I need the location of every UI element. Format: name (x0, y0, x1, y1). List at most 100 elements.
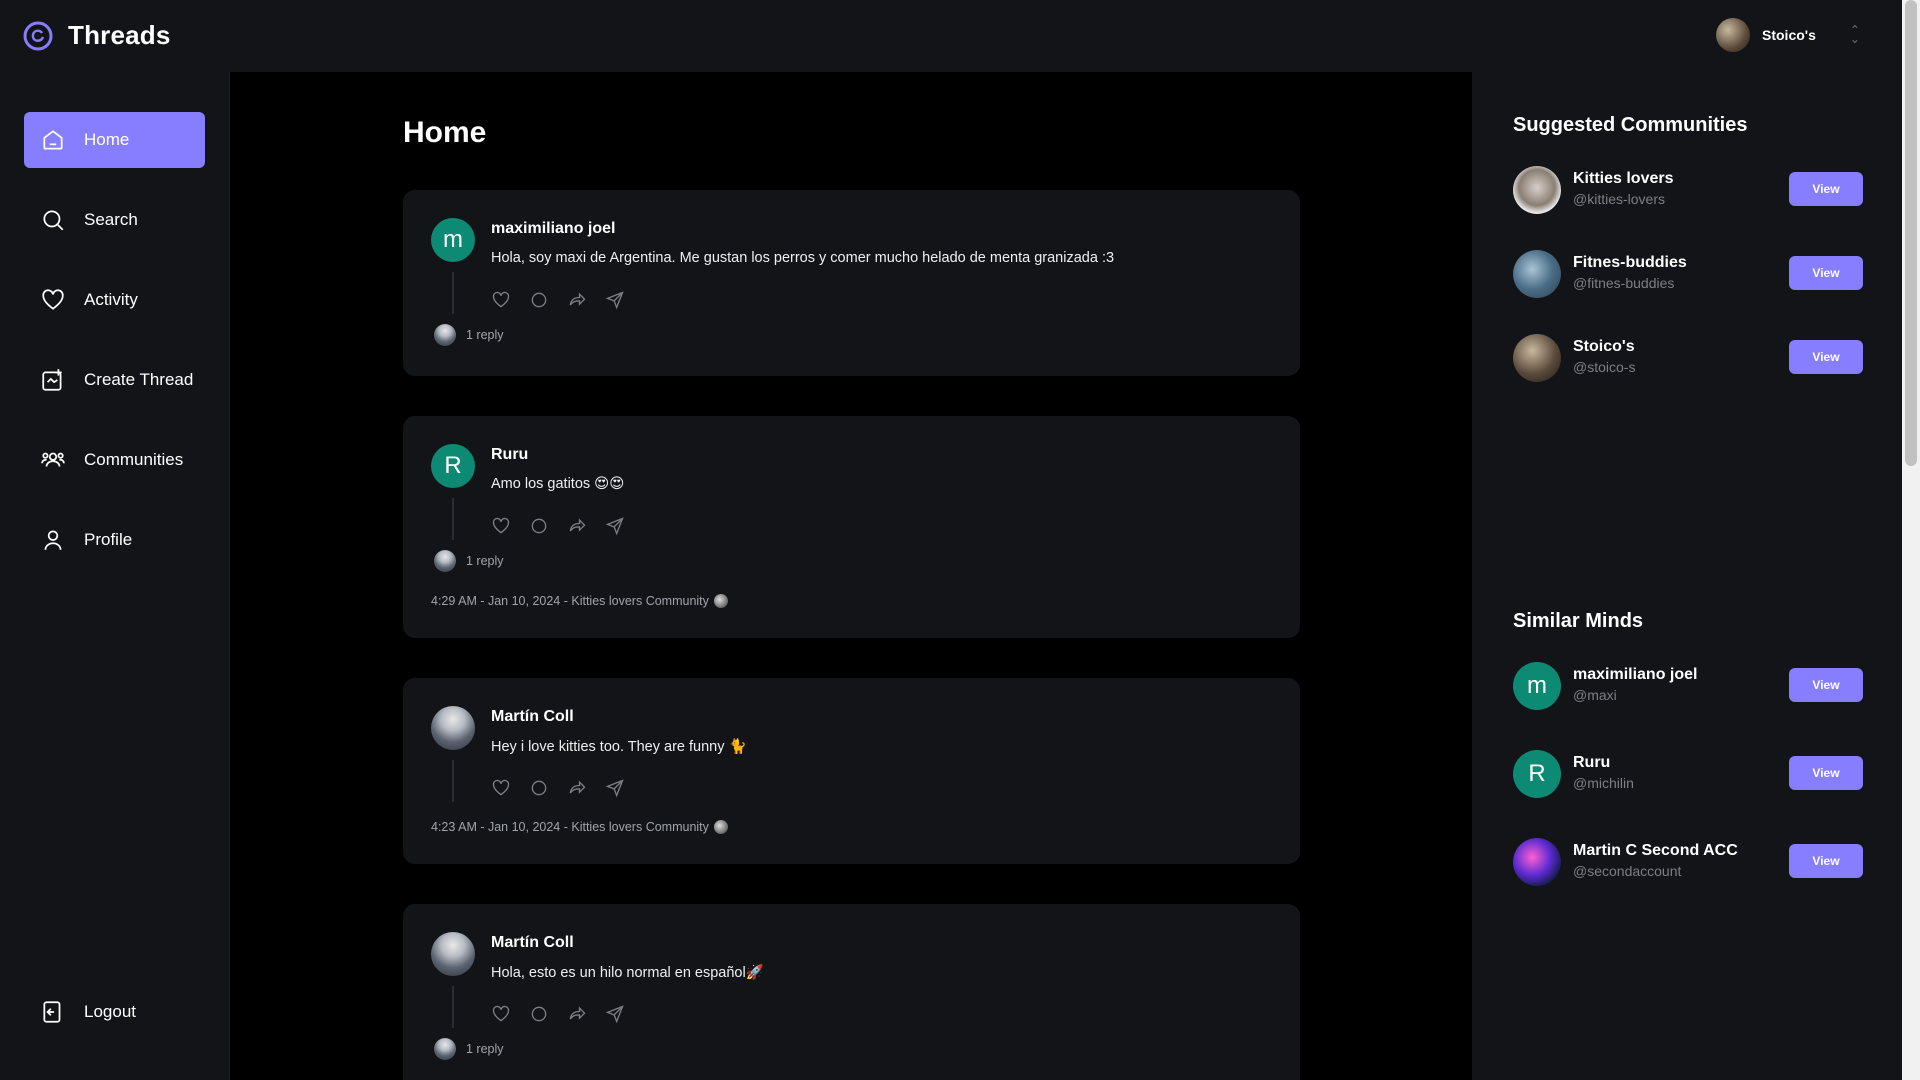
reply-icon[interactable] (529, 290, 549, 310)
page-scrollbar[interactable] (1902, 0, 1920, 1080)
community-handle: @stoico-s (1573, 359, 1636, 375)
thread-actions (491, 1004, 625, 1024)
nav-item-activity[interactable]: Activity (24, 272, 205, 328)
view-community-button[interactable]: View (1789, 256, 1863, 290)
view-community-button[interactable]: View (1789, 340, 1863, 374)
thread-card[interactable]: Martín Coll Hola, esto es un hilo normal… (403, 904, 1300, 1080)
thread-timestamp-community: 4:23 AM - Jan 10, 2024 - Kitties lovers … (431, 820, 709, 834)
communities-icon (41, 452, 65, 467)
user-avatar: m (1513, 662, 1561, 710)
thread-text: Hey i love kitties too. They are funny 🐈 (491, 739, 747, 755)
main-feed: Home m maximiliano joel Hola, soy maxi d… (230, 72, 1472, 1080)
heart-icon[interactable] (491, 516, 511, 536)
heart-icon (42, 289, 64, 310)
home-icon (43, 130, 63, 150)
thread-author[interactable]: Ruru (491, 446, 528, 464)
thread-author[interactable]: maximiliano joel (491, 220, 615, 238)
organization-switcher[interactable]: Stoico's ⌃ ⌄ (1716, 18, 1860, 52)
user-name: Ruru (1573, 754, 1611, 771)
share-icon[interactable] (605, 290, 625, 310)
user-row: m maximiliano joel @maxi View (1513, 662, 1863, 712)
logout-label: Logout (84, 1002, 136, 1021)
thread-card[interactable]: m maximiliano joel Hola, soy maxi de Arg… (403, 190, 1300, 376)
repost-icon[interactable] (567, 778, 587, 798)
community-name: Kitties lovers (1573, 170, 1674, 187)
nav-item-communities[interactable]: Communities (24, 432, 205, 488)
reply-avatar (434, 1038, 456, 1060)
community-row: Kitties lovers @kitties-lovers View (1513, 166, 1863, 216)
heart-icon[interactable] (491, 290, 511, 310)
view-user-button[interactable]: View (1789, 756, 1863, 790)
thread-line (452, 498, 454, 540)
nav-item-profile[interactable]: Profile (24, 512, 205, 568)
nav-label: Search (84, 210, 138, 229)
reply-icon[interactable] (529, 778, 549, 798)
thread-text: Hola, soy maxi de Argentina. Me gustan l… (491, 250, 1115, 266)
chevron-up-down-icon: ⌃ ⌄ (1849, 23, 1860, 46)
user-handle: @michilin (1573, 775, 1634, 791)
logout-button[interactable]: Logout (24, 984, 205, 1040)
nav-label: Activity (84, 290, 138, 309)
page-title: Home (403, 116, 487, 149)
view-user-button[interactable]: View (1789, 844, 1863, 878)
repost-icon[interactable] (567, 1004, 587, 1024)
scrollbar-thumb[interactable] (1905, 0, 1917, 466)
share-icon[interactable] (605, 778, 625, 798)
community-avatar (1513, 250, 1561, 298)
reply-icon[interactable] (529, 1004, 549, 1024)
view-community-button[interactable]: View (1789, 172, 1863, 206)
thread-meta[interactable]: 4:23 AM - Jan 10, 2024 - Kitties lovers … (431, 820, 728, 834)
reply-count: 1 reply (466, 328, 504, 342)
thread-author[interactable]: Martín Coll (491, 934, 574, 952)
avatar[interactable] (431, 932, 475, 976)
avatar[interactable]: m (431, 218, 475, 262)
thread-line (452, 986, 454, 1028)
share-icon[interactable] (605, 516, 625, 536)
thread-actions (491, 516, 625, 536)
thread-actions (491, 290, 625, 310)
thread-card[interactable]: Martín Coll Hey i love kitties too. They… (403, 678, 1300, 864)
share-icon[interactable] (605, 1004, 625, 1024)
organization-avatar (1716, 18, 1750, 52)
user-avatar (1513, 838, 1561, 886)
thread-card[interactable]: R Ruru Amo los gatitos 😍😍 1 reply 4:29 A… (403, 416, 1300, 638)
heart-icon[interactable] (491, 778, 511, 798)
community-row: Fitnes-buddies @fitnes-buddies View (1513, 250, 1863, 300)
community-avatar (1513, 334, 1561, 382)
repost-icon[interactable] (567, 290, 587, 310)
thread-text: Hola, esto es un hilo normal en español🚀 (491, 965, 764, 981)
left-sidebar: Home Search Activity Create Thread Commu… (0, 72, 230, 1080)
community-handle: @fitnes-buddies (1573, 275, 1675, 291)
search-icon (43, 210, 64, 231)
topbar: Threads Stoico's ⌃ ⌄ (0, 0, 1902, 72)
replies-link[interactable]: 1 reply (434, 550, 504, 572)
reply-icon[interactable] (529, 516, 549, 536)
nav-label: Profile (84, 530, 133, 549)
avatar[interactable]: R (431, 444, 475, 488)
user-row: R Ruru @michilin View (1513, 750, 1863, 800)
community-handle: @kitties-lovers (1573, 191, 1666, 207)
nav-item-create-thread[interactable]: Create Thread (24, 352, 205, 408)
repost-icon[interactable] (567, 516, 587, 536)
thread-author[interactable]: Martín Coll (491, 708, 574, 726)
suggested-communities-title: Suggested Communities (1513, 114, 1748, 136)
similar-minds-title: Similar Minds (1513, 610, 1644, 632)
reply-count: 1 reply (466, 1042, 504, 1056)
nav-item-search[interactable]: Search (24, 192, 205, 248)
user-avatar: R (1513, 750, 1561, 798)
heart-icon[interactable] (491, 1004, 511, 1024)
nav-item-home[interactable]: Home (24, 112, 205, 168)
thread-actions (491, 778, 625, 798)
user-handle: @secondaccount (1573, 863, 1682, 879)
thread-line (452, 272, 454, 314)
avatar[interactable] (431, 706, 475, 750)
replies-link[interactable]: 1 reply (434, 1038, 504, 1060)
thread-meta[interactable]: 4:29 AM - Jan 10, 2024 - Kitties lovers … (431, 594, 728, 608)
right-sidebar: Suggested Communities Kitties lovers @ki… (1472, 72, 1902, 1080)
app-title[interactable]: Threads (68, 20, 171, 51)
nav-label: Communities (84, 450, 184, 469)
replies-link[interactable]: 1 reply (434, 324, 504, 346)
reply-avatar (434, 550, 456, 572)
view-user-button[interactable]: View (1789, 668, 1863, 702)
threads-logo-icon[interactable] (22, 20, 54, 52)
